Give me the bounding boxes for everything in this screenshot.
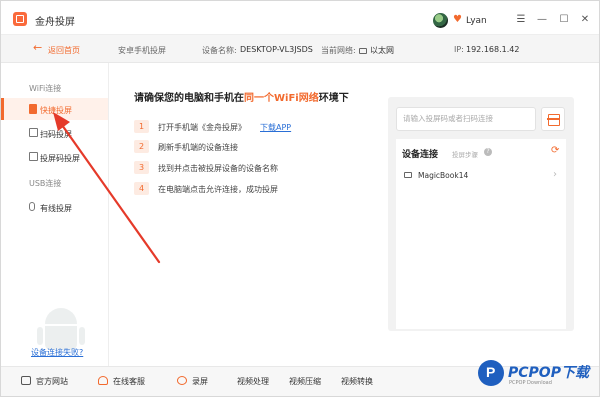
monitor-icon (404, 172, 412, 178)
sidebar-item-label: 有线投屏 (40, 204, 72, 213)
sidebar-item-scan-cast[interactable]: 扫码投屏 (1, 122, 108, 144)
menu-icon[interactable]: ☰ (515, 14, 527, 26)
sidebar-item-code-cast[interactable]: 投屏码投屏 (1, 146, 108, 168)
app-title: 金舟投屏 (35, 17, 75, 28)
network-label: 当前网络: (321, 46, 356, 55)
wifi-group-label: WiFi连接 (29, 84, 62, 93)
network-value: 以太网 (359, 45, 394, 56)
download-app-link[interactable]: 下载APP (260, 122, 291, 133)
device-connect-title: 设备连接 (402, 150, 439, 160)
step-number: 2 (134, 140, 149, 153)
device-list-item[interactable]: MagicBook14 › (396, 167, 566, 185)
sidebar-item-wired-cast[interactable]: 有线投屏 (1, 196, 108, 218)
title-bar: 金舟投屏 ♥ Lyan ☰ — ☐ ✕ (1, 1, 599, 35)
step-number: 4 (134, 182, 149, 195)
video-convert-button[interactable]: 视频转换 (341, 376, 373, 388)
ip-value: 192.168.1.42 (466, 45, 520, 54)
tools-icon (177, 376, 187, 385)
step-text: 刷新手机端的设备连接 (158, 143, 238, 152)
back-home-link[interactable]: 返回首页 (48, 45, 80, 56)
app-window: 金舟投屏 ♥ Lyan ☰ — ☐ ✕ ← 返回首页 安卓手机投屏 设备名称: … (0, 0, 600, 397)
record-button[interactable]: 录屏 (177, 376, 208, 388)
chevron-right-icon: › (553, 169, 557, 180)
device-name-value: DESKTOP-VL3JSDS (240, 45, 313, 54)
step-item: 1 打开手机端《金舟投屏》 下载APP (134, 120, 374, 134)
code-box-icon (29, 152, 38, 161)
step-item: 4 在电脑端点击允许连接，成功投屏 (134, 182, 374, 196)
watermark-text: PCPOP下载 (508, 365, 589, 381)
step-number: 1 (134, 120, 149, 133)
info-bar: ← 返回首页 安卓手机投屏 设备名称: DESKTOP-VL3JSDS 当前网络… (1, 35, 599, 63)
instruction-title: 请确保您的电脑和手机在同一个WiFi网络环境下 (134, 93, 349, 104)
step-text: 打开手机端《金舟投屏》 (158, 123, 246, 132)
user-avatar[interactable] (433, 13, 448, 28)
app-logo-icon (13, 12, 27, 26)
help-icon[interactable]: ? (484, 148, 492, 156)
sidebar-item-label: 扫码投屏 (40, 130, 72, 139)
step-text: 在电脑端点击允许连接，成功投屏 (158, 185, 278, 194)
usb-group-label: USB连接 (29, 179, 62, 188)
connection-failed-link[interactable]: 设备连接失败? (31, 347, 83, 358)
username[interactable]: Lyan (466, 16, 487, 26)
video-compress-button[interactable]: 视频压缩 (289, 376, 321, 388)
customer-service-icon (98, 376, 108, 385)
back-arrow-icon[interactable]: ← (33, 42, 42, 54)
official-site-button[interactable]: 官方网站 (21, 376, 68, 388)
watermark-subtext: PCPOP Download (509, 380, 552, 386)
step-item: 2 刷新手机端的设备连接 (134, 140, 374, 154)
step-text: 找到并点击被投屏设备的设备名称 (158, 164, 278, 173)
phone-icon (29, 104, 37, 114)
vip-heart-icon: ♥ (453, 14, 462, 25)
sidebar-item-label: 投屏码投屏 (40, 154, 80, 163)
device-name-label: 设备名称: (202, 46, 237, 55)
device-connection-card: 设备连接 投屏步骤 ? ⟳ MagicBook14 › (396, 139, 566, 329)
cast-steps-link[interactable]: 投屏步骤 (452, 149, 478, 159)
site-watermark: PCPOP下载 PCPOP Download (478, 356, 600, 394)
sidebar-item-label: 快捷投屏 (40, 106, 72, 115)
monitor-icon (359, 48, 367, 54)
sidebar-item-quick-cast[interactable]: 快捷投屏 (1, 98, 108, 120)
scan-qr-button[interactable] (541, 107, 565, 131)
step-item: 3 找到并点击被投屏设备的设备名称 (134, 161, 374, 175)
video-process-button[interactable]: 视频处理 (237, 376, 269, 388)
monitor-icon (21, 376, 31, 385)
sidebar: WiFi连接 快捷投屏 扫码投屏 投屏码投屏 USB连接 有线投屏 设备连接失败… (1, 63, 109, 366)
close-button[interactable]: ✕ (579, 14, 591, 26)
minimize-button[interactable]: — (536, 14, 548, 26)
refresh-icon[interactable]: ⟳ (551, 146, 559, 156)
wifi-highlight: 同一个WiFi网络 (244, 93, 319, 104)
usb-icon (29, 202, 35, 211)
online-service-button[interactable]: 在线客服 (98, 376, 145, 388)
device-name: MagicBook14 (418, 171, 469, 180)
maximize-button[interactable]: ☐ (558, 14, 570, 26)
pcpop-logo-icon (478, 360, 504, 386)
connect-panel: 请输入投屏码或者扫码连接 设备连接 投屏步骤 ? ⟳ MagicBook14 › (388, 97, 574, 331)
qr-code-icon (29, 128, 38, 137)
cast-code-input[interactable]: 请输入投屏码或者扫码连接 (396, 107, 536, 131)
step-number: 3 (134, 161, 149, 174)
screen-mode-label: 安卓手机投屏 (118, 46, 166, 55)
ip-label: IP: (454, 45, 464, 54)
